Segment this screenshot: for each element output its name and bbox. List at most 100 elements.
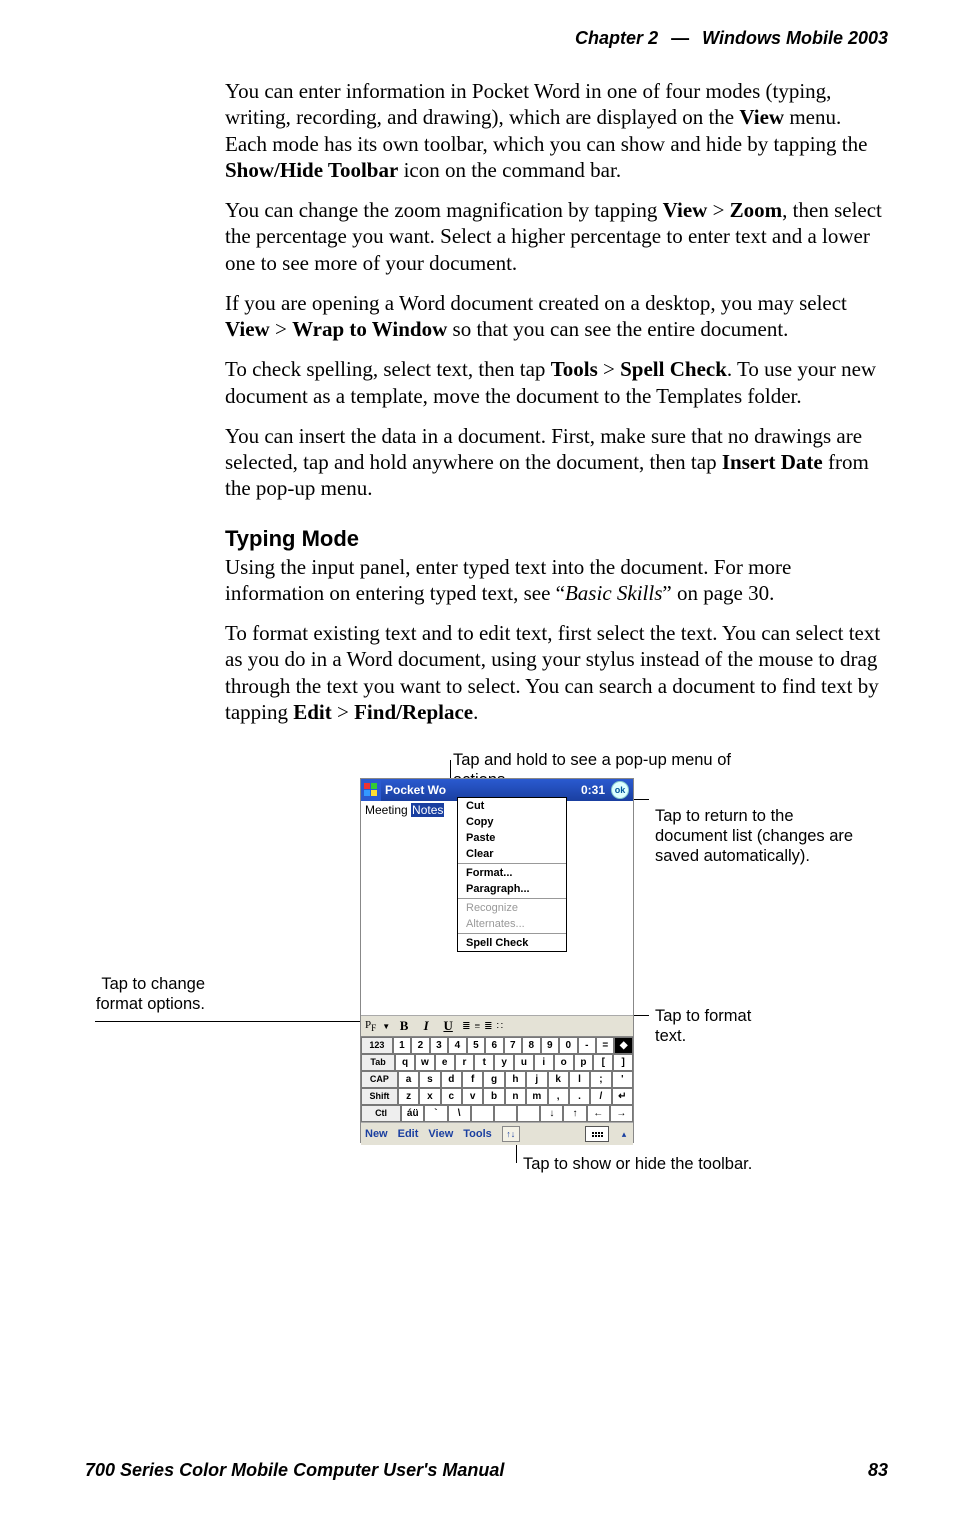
align-right-icon[interactable]: ≣ — [484, 1021, 490, 1032]
sip-key[interactable]: z — [398, 1088, 419, 1105]
sip-key[interactable] — [517, 1105, 540, 1122]
footer-manual-title: 700 Series Color Mobile Computer User's … — [85, 1460, 504, 1481]
sip-key[interactable]: ◆ — [614, 1037, 632, 1054]
sip-key[interactable]: 8 — [522, 1037, 540, 1054]
sip-selector-icon[interactable]: ▴ — [619, 1129, 629, 1140]
sip-key[interactable]: [ — [593, 1054, 613, 1071]
sip-key[interactable]: f — [462, 1071, 483, 1088]
sip-key[interactable]: Ctl — [361, 1105, 401, 1122]
menu-edit[interactable]: Edit — [398, 1128, 419, 1140]
sip-key[interactable]: 3 — [430, 1037, 448, 1054]
sip-key[interactable]: 0 — [559, 1037, 577, 1054]
menu-item-spell-check[interactable]: Spell Check — [458, 935, 566, 951]
menu-item-paragraph[interactable]: Paragraph... — [458, 881, 566, 897]
sip-key[interactable]: ' — [612, 1071, 633, 1088]
sip-key[interactable]: x — [419, 1088, 440, 1105]
sip-key[interactable]: = — [596, 1037, 614, 1054]
menu-new[interactable]: New — [365, 1128, 388, 1140]
align-left-icon[interactable]: ≣ — [462, 1021, 468, 1032]
sip-key[interactable]: c — [441, 1088, 462, 1105]
sip-key[interactable]: ; — [590, 1071, 611, 1088]
show-hide-toolbar-button[interactable]: ↑↓ — [502, 1126, 520, 1142]
header-title: Windows Mobile 2003 — [702, 28, 888, 48]
sip-key[interactable]: b — [483, 1088, 504, 1105]
underline-button[interactable]: U — [440, 1018, 456, 1034]
sip-toggle-icon[interactable] — [585, 1126, 609, 1142]
para-6: Using the input panel, enter typed text … — [225, 554, 888, 607]
sip-key[interactable]: a — [398, 1071, 419, 1088]
menu-view[interactable]: View — [428, 1128, 453, 1140]
body-column: You can enter information in Pocket Word… — [225, 78, 888, 1191]
sip-key[interactable]: o — [554, 1054, 574, 1071]
sip-key[interactable]: ↵ — [612, 1088, 633, 1105]
sip-key[interactable]: 2 — [411, 1037, 429, 1054]
sip-key[interactable]: v — [462, 1088, 483, 1105]
sip-key[interactable]: - — [578, 1037, 596, 1054]
format-toolbar: PF ▼ B I U ≣ ≡ ≣ ∷ — [361, 1015, 633, 1036]
sip-key[interactable]: w — [415, 1054, 435, 1071]
sip-key[interactable]: 6 — [485, 1037, 503, 1054]
sip-key[interactable]: t — [474, 1054, 494, 1071]
sip-key[interactable]: . — [569, 1088, 590, 1105]
sip-key[interactable]: n — [505, 1088, 526, 1105]
menu-item-format[interactable]: Format... — [458, 865, 566, 881]
sip-key[interactable]: m — [526, 1088, 547, 1105]
sip-key[interactable]: r — [455, 1054, 475, 1071]
sip-key[interactable]: l — [569, 1071, 590, 1088]
sip-key[interactable] — [471, 1105, 494, 1122]
sip-key[interactable]: 9 — [541, 1037, 559, 1054]
italic-button[interactable]: I — [418, 1018, 434, 1034]
para-1: You can enter information in Pocket Word… — [225, 78, 888, 183]
sip-key[interactable]: áü — [401, 1105, 424, 1122]
sip-key[interactable]: i — [534, 1054, 554, 1071]
sip-key[interactable]: h — [505, 1071, 526, 1088]
sip-key[interactable]: ` — [424, 1105, 447, 1122]
bold-button[interactable]: B — [396, 1018, 412, 1034]
sip-key[interactable]: Shift — [361, 1088, 398, 1105]
sip-key[interactable]: , — [548, 1088, 569, 1105]
menu-item-paste[interactable]: Paste — [458, 830, 566, 846]
sip-key[interactable]: d — [441, 1071, 462, 1088]
sip-key[interactable]: Tab — [361, 1054, 395, 1071]
sip-key[interactable]: / — [590, 1088, 611, 1105]
sip-key[interactable]: CAP — [361, 1071, 398, 1088]
document-area[interactable]: Meeting Notes Cut Copy Paste Clear Forma… — [361, 801, 633, 1015]
sip-key[interactable]: p — [574, 1054, 594, 1071]
sip-key[interactable]: 7 — [504, 1037, 522, 1054]
menu-item-cut[interactable]: Cut — [458, 798, 566, 814]
sip-key[interactable]: 5 — [467, 1037, 485, 1054]
sip-key[interactable]: k — [548, 1071, 569, 1088]
sip-key[interactable]: u — [514, 1054, 534, 1071]
align-center-icon[interactable]: ≡ — [475, 1021, 479, 1032]
chevron-down-icon[interactable]: ▼ — [382, 1022, 390, 1031]
bullets-icon[interactable]: ∷ — [497, 1021, 503, 1032]
sip-key[interactable]: e — [435, 1054, 455, 1071]
sip-key[interactable] — [494, 1105, 517, 1122]
sip-key[interactable]: ] — [613, 1054, 633, 1071]
sip-row: Ctláü`\ ↓↑←→ — [361, 1105, 633, 1122]
ok-button[interactable]: ok — [611, 781, 629, 799]
header-chapter-num: 2 — [648, 28, 658, 48]
sip-key[interactable]: q — [395, 1054, 415, 1071]
device-screenshot: Pocket Wo 0:31 ok Meeting Notes Cut Copy… — [360, 778, 634, 1143]
soft-keyboard: 1231234567890-=◆ Tabqwertyuiop[] CAPasdf… — [361, 1036, 633, 1122]
menu-item-clear[interactable]: Clear — [458, 846, 566, 862]
sip-key[interactable]: g — [483, 1071, 504, 1088]
menu-tools[interactable]: Tools — [463, 1128, 492, 1140]
selected-text: Notes — [411, 803, 444, 817]
sip-key[interactable]: → — [610, 1105, 633, 1122]
para-5: You can insert the data in a document. F… — [225, 423, 888, 502]
sip-key[interactable]: ↑ — [563, 1105, 586, 1122]
sip-key[interactable]: s — [419, 1071, 440, 1088]
sip-key[interactable]: 4 — [448, 1037, 466, 1054]
sip-key[interactable]: j — [526, 1071, 547, 1088]
menu-item-copy[interactable]: Copy — [458, 814, 566, 830]
sip-key[interactable]: 1 — [393, 1037, 411, 1054]
sip-key[interactable]: \ — [448, 1105, 471, 1122]
sip-key[interactable]: ← — [587, 1105, 610, 1122]
format-options-button[interactable]: PF — [365, 1019, 376, 1033]
sip-key[interactable]: 123 — [361, 1037, 393, 1054]
start-icon[interactable] — [361, 779, 381, 801]
sip-key[interactable]: y — [494, 1054, 514, 1071]
sip-key[interactable]: ↓ — [540, 1105, 563, 1122]
